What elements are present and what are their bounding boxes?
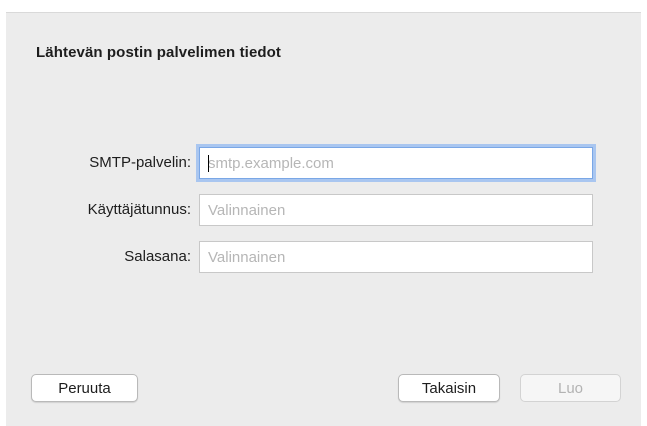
back-button[interactable]: Takaisin [398, 374, 500, 402]
dialog-window: Lähtevän postin palvelimen tiedot SMTP-p… [6, 12, 641, 426]
password-input[interactable] [199, 241, 593, 273]
text-caret [208, 155, 209, 172]
username-row: Käyttäjätunnus: [6, 194, 641, 226]
cancel-button[interactable]: Peruuta [31, 374, 138, 402]
password-row: Salasana: [6, 241, 641, 273]
smtp-server-input[interactable] [199, 147, 593, 179]
password-label: Salasana: [124, 248, 191, 265]
smtp-row: SMTP-palvelin: [6, 147, 641, 179]
username-input[interactable] [199, 194, 593, 226]
smtp-label: SMTP-palvelin: [89, 154, 191, 171]
username-label: Käyttäjätunnus: [87, 201, 191, 218]
dialog-title: Lähtevän postin palvelimen tiedot [36, 44, 282, 61]
create-button[interactable]: Luo [520, 374, 621, 402]
